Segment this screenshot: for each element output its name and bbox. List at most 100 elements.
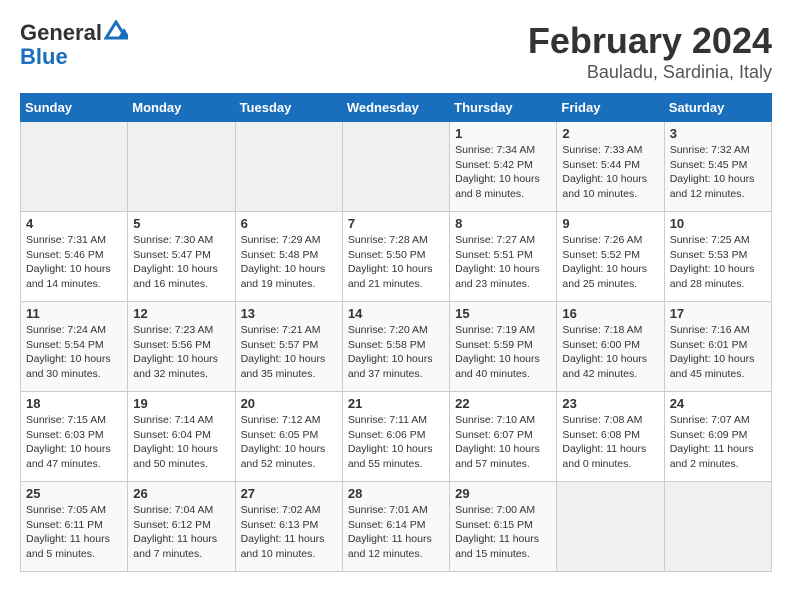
day-info: Sunrise: 7:30 AM Sunset: 5:47 PM Dayligh…	[133, 233, 229, 292]
day-number: 12	[133, 306, 229, 321]
day-info: Sunrise: 7:01 AM Sunset: 6:14 PM Dayligh…	[348, 503, 444, 562]
calendar-cell	[557, 482, 664, 572]
day-info: Sunrise: 7:26 AM Sunset: 5:52 PM Dayligh…	[562, 233, 658, 292]
calendar-cell: 22Sunrise: 7:10 AM Sunset: 6:07 PM Dayli…	[450, 392, 557, 482]
day-info: Sunrise: 7:34 AM Sunset: 5:42 PM Dayligh…	[455, 143, 551, 202]
day-info: Sunrise: 7:24 AM Sunset: 5:54 PM Dayligh…	[26, 323, 122, 382]
calendar-week-row: 18 Sunrise: 7:15 AM Sunset: 6:03 PM Dayli…	[21, 392, 772, 482]
calendar-table: SundayMondayTuesdayWednesdayThursdayFrid…	[20, 93, 772, 572]
day-info: Sunrise: 7:23 AM Sunset: 5:56 PM Dayligh…	[133, 323, 229, 382]
calendar-cell	[664, 482, 771, 572]
day-number: 9	[562, 216, 658, 231]
day-info: Sunrise: 7:07 AM Sunset: 6:09 PM Dayligh…	[670, 413, 766, 472]
calendar-cell: 20 Sunrise: 7:12 AM Sunset: 6:05 PM Dayli…	[235, 392, 342, 482]
day-number: 29	[455, 486, 551, 501]
calendar-cell: 25Sunrise: 7:05 AM Sunset: 6:11 PM Dayli…	[21, 482, 128, 572]
logo-blue-text: Blue	[20, 44, 68, 69]
logo-icon	[104, 20, 128, 40]
calendar-cell: 17 Sunrise: 7:16 AM Sunset: 6:01 PM Dayli…	[664, 302, 771, 392]
day-info: Sunrise: 7:15 AM Sunset: 6:03 PM Dayligh…	[26, 413, 122, 472]
page-header: General Blue February 2024 Bauladu, Sard…	[20, 20, 772, 83]
day-info: Sunrise: 7:04 AM Sunset: 6:12 PM Dayligh…	[133, 503, 229, 562]
title-block: February 2024 Bauladu, Sardinia, Italy	[528, 20, 772, 83]
day-number: 13	[241, 306, 337, 321]
day-info: Sunrise: 7:00 AM Sunset: 6:15 PM Dayligh…	[455, 503, 551, 562]
calendar-week-row: 25Sunrise: 7:05 AM Sunset: 6:11 PM Dayli…	[21, 482, 772, 572]
day-number: 16	[562, 306, 658, 321]
day-number: 20	[241, 396, 337, 411]
day-info: Sunrise: 7:31 AM Sunset: 5:46 PM Dayligh…	[26, 233, 122, 292]
calendar-week-row: 11 Sunrise: 7:24 AM Sunset: 5:54 PM Dayli…	[21, 302, 772, 392]
calendar-cell: 1 Sunrise: 7:34 AM Sunset: 5:42 PM Daylig…	[450, 122, 557, 212]
calendar-cell: 18 Sunrise: 7:15 AM Sunset: 6:03 PM Dayli…	[21, 392, 128, 482]
day-info: Sunrise: 7:25 AM Sunset: 5:53 PM Dayligh…	[670, 233, 766, 292]
calendar-day-header: Tuesday	[235, 94, 342, 122]
calendar-cell: 14 Sunrise: 7:20 AM Sunset: 5:58 PM Dayli…	[342, 302, 449, 392]
calendar-week-row: 1 Sunrise: 7:34 AM Sunset: 5:42 PM Daylig…	[21, 122, 772, 212]
calendar-cell: 8Sunrise: 7:27 AM Sunset: 5:51 PM Daylig…	[450, 212, 557, 302]
day-info: Sunrise: 7:16 AM Sunset: 6:01 PM Dayligh…	[670, 323, 766, 382]
calendar-day-header: Monday	[128, 94, 235, 122]
day-number: 17	[670, 306, 766, 321]
day-info: Sunrise: 7:05 AM Sunset: 6:11 PM Dayligh…	[26, 503, 122, 562]
day-info: Sunrise: 7:29 AM Sunset: 5:48 PM Dayligh…	[241, 233, 337, 292]
calendar-cell: 3Sunrise: 7:32 AM Sunset: 5:45 PM Daylig…	[664, 122, 771, 212]
calendar-cell: 16Sunrise: 7:18 AM Sunset: 6:00 PM Dayli…	[557, 302, 664, 392]
day-number: 10	[670, 216, 766, 231]
calendar-cell: 6 Sunrise: 7:29 AM Sunset: 5:48 PM Daylig…	[235, 212, 342, 302]
day-info: Sunrise: 7:12 AM Sunset: 6:05 PM Dayligh…	[241, 413, 337, 472]
calendar-cell: 12 Sunrise: 7:23 AM Sunset: 5:56 PM Dayli…	[128, 302, 235, 392]
calendar-cell: 29 Sunrise: 7:00 AM Sunset: 6:15 PM Dayli…	[450, 482, 557, 572]
day-info: Sunrise: 7:10 AM Sunset: 6:07 PM Dayligh…	[455, 413, 551, 472]
calendar-cell: 11 Sunrise: 7:24 AM Sunset: 5:54 PM Dayli…	[21, 302, 128, 392]
calendar-cell: 27 Sunrise: 7:02 AM Sunset: 6:13 PM Dayli…	[235, 482, 342, 572]
calendar-cell	[21, 122, 128, 212]
calendar-cell: 13 Sunrise: 7:21 AM Sunset: 5:57 PM Dayli…	[235, 302, 342, 392]
day-number: 5	[133, 216, 229, 231]
day-info: Sunrise: 7:02 AM Sunset: 6:13 PM Dayligh…	[241, 503, 337, 562]
day-info: Sunrise: 7:20 AM Sunset: 5:58 PM Dayligh…	[348, 323, 444, 382]
day-number: 27	[241, 486, 337, 501]
calendar-day-header: Wednesday	[342, 94, 449, 122]
calendar-cell: 10 Sunrise: 7:25 AM Sunset: 5:53 PM Dayli…	[664, 212, 771, 302]
calendar-cell: 21Sunrise: 7:11 AM Sunset: 6:06 PM Dayli…	[342, 392, 449, 482]
calendar-cell	[128, 122, 235, 212]
logo-general-text: General	[20, 20, 102, 45]
calendar-day-header: Thursday	[450, 94, 557, 122]
calendar-cell	[342, 122, 449, 212]
day-number: 2	[562, 126, 658, 141]
calendar-cell: 7 Sunrise: 7:28 AM Sunset: 5:50 PM Daylig…	[342, 212, 449, 302]
day-number: 6	[241, 216, 337, 231]
calendar-cell: 24 Sunrise: 7:07 AM Sunset: 6:09 PM Dayli…	[664, 392, 771, 482]
page-title: February 2024	[528, 20, 772, 62]
calendar-cell: 2 Sunrise: 7:33 AM Sunset: 5:44 PM Daylig…	[557, 122, 664, 212]
calendar-cell: 9 Sunrise: 7:26 AM Sunset: 5:52 PM Daylig…	[557, 212, 664, 302]
day-number: 24	[670, 396, 766, 411]
calendar-cell	[235, 122, 342, 212]
calendar-day-header: Sunday	[21, 94, 128, 122]
calendar-cell: 19 Sunrise: 7:14 AM Sunset: 6:04 PM Dayli…	[128, 392, 235, 482]
day-info: Sunrise: 7:21 AM Sunset: 5:57 PM Dayligh…	[241, 323, 337, 382]
day-number: 15	[455, 306, 551, 321]
calendar-cell: 28 Sunrise: 7:01 AM Sunset: 6:14 PM Dayli…	[342, 482, 449, 572]
day-number: 11	[26, 306, 122, 321]
day-number: 3	[670, 126, 766, 141]
day-info: Sunrise: 7:28 AM Sunset: 5:50 PM Dayligh…	[348, 233, 444, 292]
calendar-week-row: 4 Sunrise: 7:31 AM Sunset: 5:46 PM Daylig…	[21, 212, 772, 302]
day-number: 21	[348, 396, 444, 411]
calendar-header-row: SundayMondayTuesdayWednesdayThursdayFrid…	[21, 94, 772, 122]
calendar-cell: 5 Sunrise: 7:30 AM Sunset: 5:47 PM Daylig…	[128, 212, 235, 302]
day-number: 1	[455, 126, 551, 141]
day-number: 4	[26, 216, 122, 231]
day-number: 14	[348, 306, 444, 321]
day-number: 18	[26, 396, 122, 411]
day-number: 28	[348, 486, 444, 501]
day-info: Sunrise: 7:33 AM Sunset: 5:44 PM Dayligh…	[562, 143, 658, 202]
logo: General Blue	[20, 20, 128, 69]
day-info: Sunrise: 7:14 AM Sunset: 6:04 PM Dayligh…	[133, 413, 229, 472]
day-info: Sunrise: 7:08 AM Sunset: 6:08 PM Dayligh…	[562, 413, 658, 472]
calendar-day-header: Friday	[557, 94, 664, 122]
day-number: 23	[562, 396, 658, 411]
day-number: 7	[348, 216, 444, 231]
day-number: 19	[133, 396, 229, 411]
